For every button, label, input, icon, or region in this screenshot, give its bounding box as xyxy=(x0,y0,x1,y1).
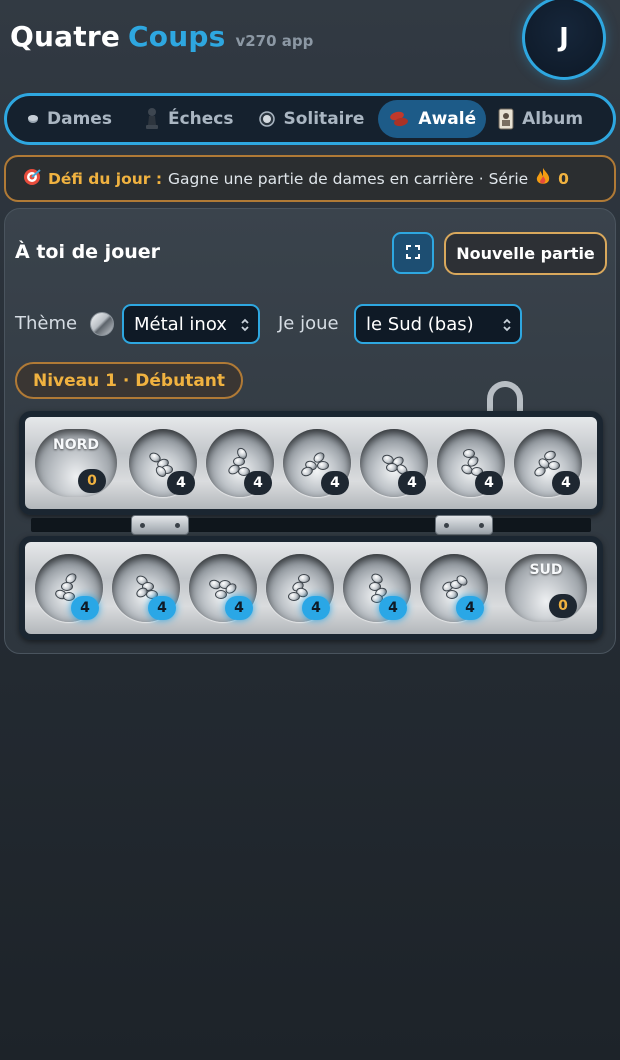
north-pit: 4 xyxy=(283,429,351,497)
north-pit-count: 4 xyxy=(321,471,349,495)
challenge-text: Gagne une partie de dames en carrière · … xyxy=(168,169,529,188)
north-pit: 4 xyxy=(206,429,274,497)
daily-challenge-banner: Défi du jour : Gagne une partie de dames… xyxy=(4,155,616,202)
marble-icon xyxy=(259,111,276,127)
seed xyxy=(215,590,227,599)
seed xyxy=(288,592,300,601)
north-pit: 4 xyxy=(129,429,197,497)
awale-board: NORD 0 4 4 4 4 4 4 4 4 4 4 4 4 SUD 0 xyxy=(15,381,607,647)
south-pit-count: 4 xyxy=(225,596,253,620)
app-header: Quatre Coups v270 app xyxy=(10,20,313,60)
photo-card-icon xyxy=(498,108,514,130)
version-label: v270 app xyxy=(235,32,314,50)
target-icon xyxy=(22,167,42,191)
south-pit[interactable]: 4 xyxy=(420,554,488,622)
north-pit-count: 4 xyxy=(552,471,580,495)
north-pit: 4 xyxy=(514,429,582,497)
south-pit-count: 4 xyxy=(148,596,176,620)
south-pit[interactable]: 4 xyxy=(189,554,257,622)
board-hinge xyxy=(435,515,493,535)
board-divider xyxy=(31,518,591,532)
south-store: SUD 0 xyxy=(505,554,587,622)
checker-piece-icon xyxy=(27,114,39,124)
side-label: Je joue xyxy=(278,313,339,334)
fullscreen-button[interactable] xyxy=(392,232,434,274)
tab-solitaire[interactable]: Solitaire xyxy=(249,100,374,138)
seed xyxy=(317,461,329,470)
theme-swatch xyxy=(90,312,114,336)
north-pit-count: 4 xyxy=(167,471,195,495)
challenge-label: Défi du jour : xyxy=(48,169,163,188)
south-row: 4 4 4 4 4 4 SUD 0 xyxy=(19,536,603,640)
tab-echecs[interactable]: Échecs xyxy=(134,100,244,138)
theme-select[interactable]: Métal inox xyxy=(122,304,260,344)
south-pit[interactable]: 4 xyxy=(35,554,103,622)
user-avatar[interactable]: J xyxy=(522,0,606,80)
north-store: NORD 0 xyxy=(35,429,117,497)
south-pit[interactable]: 4 xyxy=(112,554,180,622)
south-pit-count: 4 xyxy=(302,596,330,620)
level-badge: Niveau 1 · Débutant xyxy=(15,362,244,399)
side-select[interactable]: le Sud (bas) xyxy=(354,304,522,344)
tab-album[interactable]: Album xyxy=(488,100,593,138)
fullscreen-icon xyxy=(406,244,420,263)
game-panel: À toi de jouer Nouvelle partie Thème Mét… xyxy=(4,208,616,654)
beans-icon xyxy=(388,110,410,128)
south-pit[interactable]: 4 xyxy=(343,554,411,622)
south-store-count: 0 xyxy=(549,594,577,618)
north-pit-count: 4 xyxy=(244,471,272,495)
app-title: Quatre Coups xyxy=(10,20,226,53)
board-hinge xyxy=(131,515,189,535)
north-pit-count: 4 xyxy=(475,471,503,495)
turn-status: À toi de jouer xyxy=(15,241,161,263)
north-pit-count: 4 xyxy=(398,471,426,495)
seed xyxy=(446,590,458,599)
game-nav: Dames Échecs Solitaire Awalé Album xyxy=(4,93,616,145)
south-pit-count: 4 xyxy=(456,596,484,620)
north-pit: 4 xyxy=(360,429,428,497)
fire-icon xyxy=(534,167,552,191)
chevron-updown-icon xyxy=(502,317,512,338)
north-pit: 4 xyxy=(437,429,505,497)
chess-pawn-icon xyxy=(144,107,160,131)
new-game-button[interactable]: Nouvelle partie xyxy=(444,232,607,275)
theme-label: Thème xyxy=(15,313,78,334)
seed xyxy=(548,461,560,470)
south-pit-count: 4 xyxy=(379,596,407,620)
case-handle xyxy=(487,381,523,413)
north-row: NORD 0 4 4 4 4 4 4 xyxy=(19,411,603,515)
tab-awale[interactable]: Awalé xyxy=(378,100,487,138)
chevron-updown-icon xyxy=(240,317,250,338)
south-pit[interactable]: 4 xyxy=(266,554,334,622)
tab-dames[interactable]: Dames xyxy=(17,100,122,138)
streak-count: 0 xyxy=(558,169,569,188)
south-pit-count: 4 xyxy=(71,596,99,620)
north-store-count: 0 xyxy=(78,469,106,493)
